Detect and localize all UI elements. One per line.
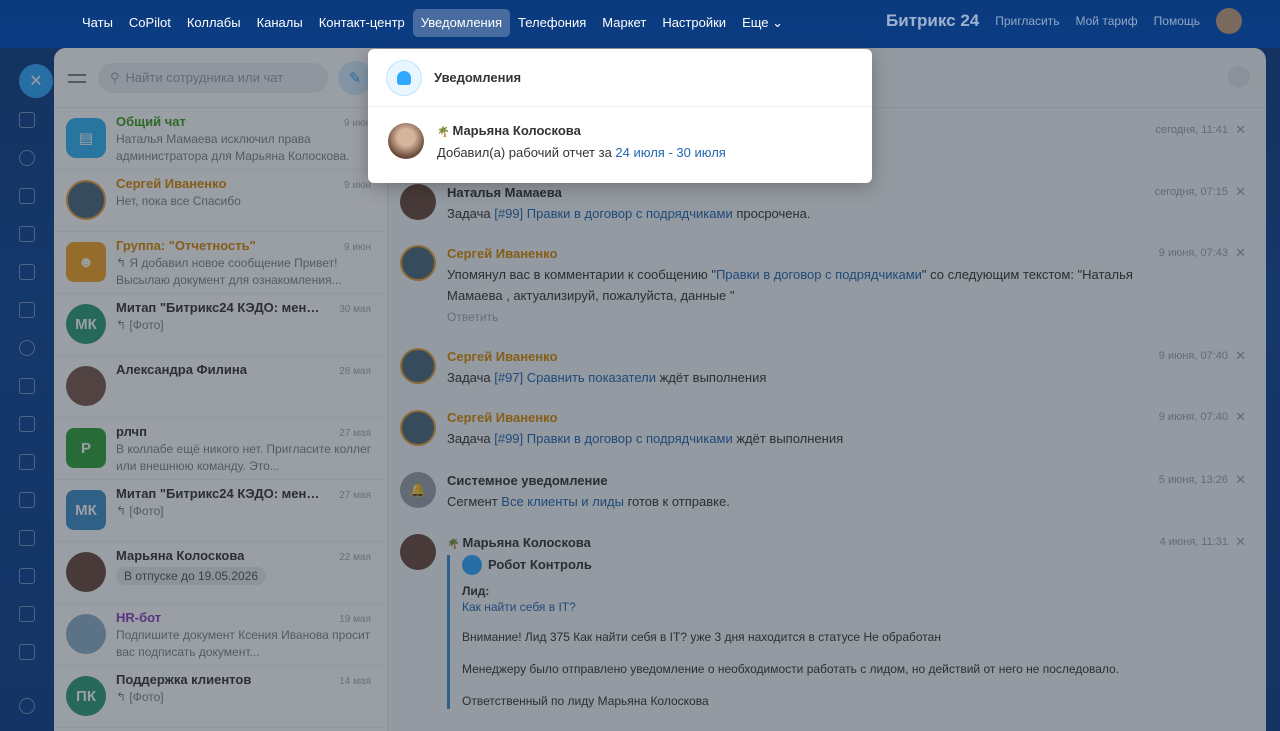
user-avatar[interactable] xyxy=(1216,8,1242,34)
invite-link[interactable]: Пригласить xyxy=(995,14,1059,28)
nav-notifications[interactable]: Уведомления xyxy=(412,9,511,37)
nav-market[interactable]: Маркет xyxy=(594,9,654,37)
bell-icon xyxy=(386,59,422,96)
palm-icon: 🌴 xyxy=(437,127,450,138)
tariff-link[interactable]: Мой тариф xyxy=(1076,14,1138,28)
popup-notification[interactable]: 🌴 Марьяна Колоскова Добавил(а) рабочий от… xyxy=(368,107,872,183)
nav-more-label: Еще xyxy=(742,15,769,30)
nav-telephony[interactable]: Телефония xyxy=(510,9,594,37)
author-name: Марьяна Колоскова xyxy=(452,123,581,138)
text-part: Добавил(а) рабочий отчет за xyxy=(437,145,616,160)
nav-channels[interactable]: Каналы xyxy=(249,9,311,37)
nav-contact-center[interactable]: Контакт-центр xyxy=(311,9,413,37)
avatar xyxy=(388,123,424,159)
notifications-popup: Уведомления 🌴 Марьяна Колоскова Добавил(а… xyxy=(368,49,872,183)
nav-copilot[interactable]: CoPilot xyxy=(121,9,179,37)
chevron-down-icon: ⌄ xyxy=(772,15,784,30)
top-navigation: Чаты CoPilot Коллабы Каналы Контакт-цент… xyxy=(74,9,791,37)
popup-title: Уведомления xyxy=(434,70,522,85)
nav-chats[interactable]: Чаты xyxy=(74,9,121,37)
nav-collabs[interactable]: Коллабы xyxy=(179,9,249,37)
nav-settings[interactable]: Настройки xyxy=(654,9,734,37)
top-right: Битрикс 24 Пригласить Мой тариф Помощь xyxy=(886,8,1242,34)
popup-header: Уведомления xyxy=(368,49,872,107)
brand-logo: Битрикс 24 xyxy=(886,11,980,30)
help-link[interactable]: Помощь xyxy=(1154,14,1200,28)
popup-author: 🌴 Марьяна Колоскова xyxy=(437,123,581,138)
nav-more[interactable]: Еще ⌄ xyxy=(734,9,791,37)
top-bar: Чаты CoPilot Коллабы Каналы Контакт-цент… xyxy=(0,0,1280,48)
popup-text: Добавил(а) рабочий отчет за 24 июля - 30… xyxy=(437,145,726,160)
popup-link[interactable]: 24 июля - 30 июля xyxy=(615,145,725,160)
